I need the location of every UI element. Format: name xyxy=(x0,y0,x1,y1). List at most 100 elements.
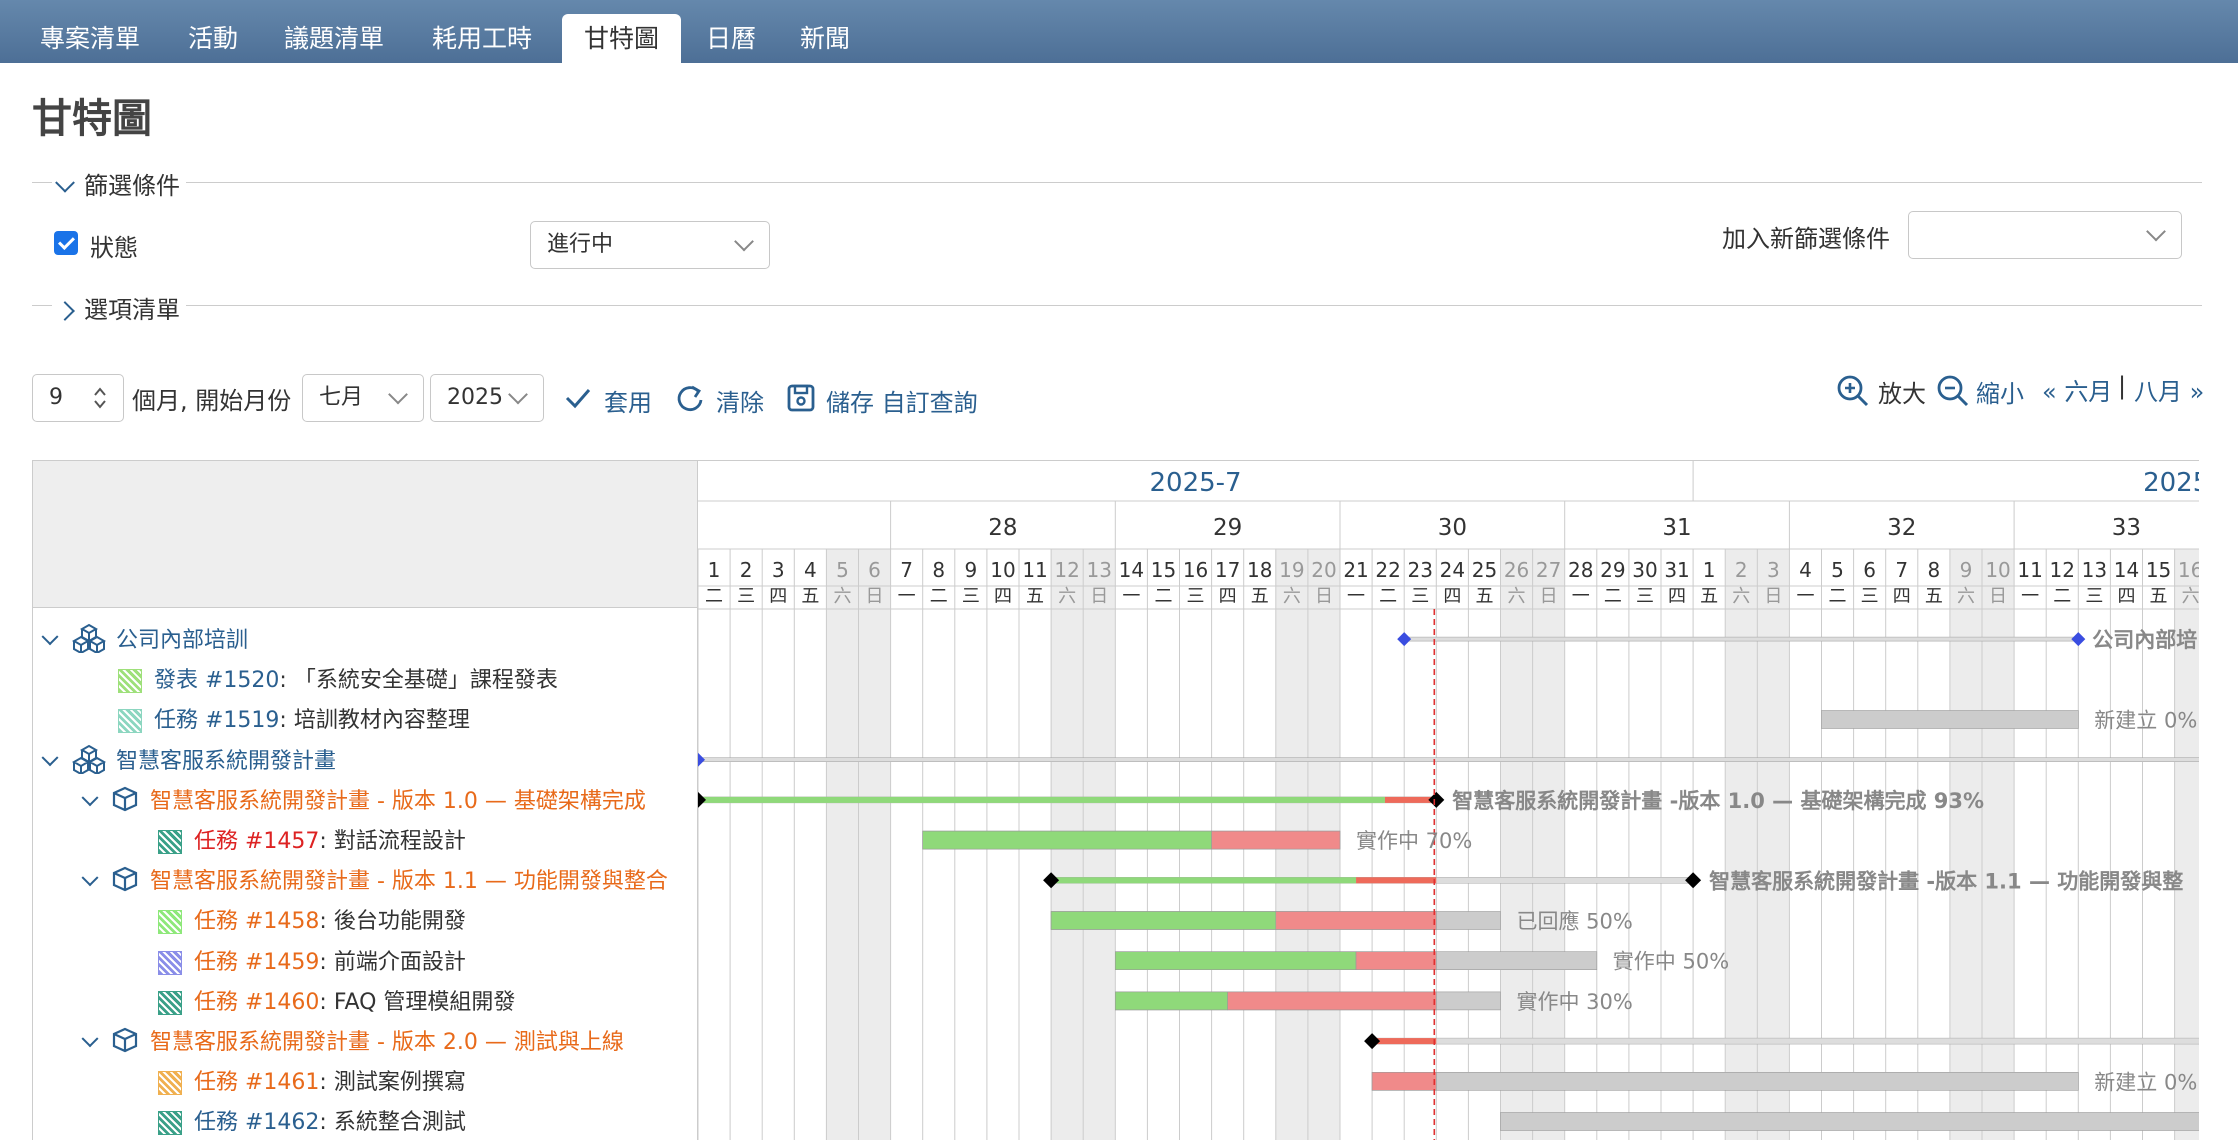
week-number: 29 xyxy=(1213,515,1242,541)
day-number: 30 xyxy=(1632,558,1657,582)
save-query-link[interactable]: 儲存 自訂查詢 xyxy=(826,383,978,418)
version-marker xyxy=(698,791,706,808)
day-number: 23 xyxy=(1408,558,1433,582)
day-number: 10 xyxy=(990,558,1015,582)
tab-gantt[interactable]: 甘特圖 xyxy=(562,14,682,63)
issue-link[interactable]: 任務 #1462 xyxy=(194,1110,319,1135)
tab-issues[interactable]: 議題清單 xyxy=(262,14,406,63)
issue-link[interactable]: 任務 #1457 xyxy=(194,829,319,854)
weekday-label: 二 xyxy=(705,586,723,607)
filters-toggle[interactable]: 篩選條件 xyxy=(52,166,186,201)
chevron-down-icon[interactable] xyxy=(41,628,59,646)
tracker-icon xyxy=(118,669,142,694)
chevron-down-icon[interactable] xyxy=(81,1030,99,1048)
status-checkbox[interactable] xyxy=(54,231,78,255)
tab-news[interactable]: 新聞 xyxy=(778,14,872,63)
task-bar-label: 實作中 30% xyxy=(1517,990,1633,1014)
version-link[interactable]: 智慧客服系統開發計畫 - 版本 1.1 — 功能開發與整合 xyxy=(150,869,668,894)
top-navigation: 專案清單 活動 議題清單 耗用工時 甘特圖 日曆 新聞 xyxy=(0,0,2238,63)
weekday-label: 三 xyxy=(1636,586,1654,607)
weekday-label: 三 xyxy=(1411,586,1429,607)
weekday-label: 五 xyxy=(1026,586,1044,607)
version-marker xyxy=(1364,1033,1381,1050)
chevron-down-icon[interactable] xyxy=(81,869,99,887)
weekday-label: 四 xyxy=(2117,586,2135,607)
weekday-label: 六 xyxy=(833,586,851,607)
weekend-shade xyxy=(858,549,891,1140)
month-select[interactable]: 七月 xyxy=(302,374,424,422)
tab-calendar[interactable]: 日曆 xyxy=(684,14,778,63)
weekday-label: 三 xyxy=(737,586,755,607)
task-bar-todo xyxy=(1821,710,2079,729)
task-bar-late xyxy=(1227,991,1437,1011)
day-number: 27 xyxy=(1536,558,1561,582)
tab-activity[interactable]: 活動 xyxy=(166,14,260,63)
prev-month-link[interactable]: « 六月 xyxy=(2042,372,2112,407)
project-bar xyxy=(698,757,2199,763)
issue-row: 任務 #1462: 系統整合測試 xyxy=(158,1104,466,1136)
year-select[interactable]: 2025 xyxy=(430,374,544,422)
day-number: 8 xyxy=(1927,558,1940,582)
project-link[interactable]: 智慧客服系統開發計畫 xyxy=(116,749,336,774)
day-number: 11 xyxy=(1022,558,1047,582)
months-input[interactable]: 9 xyxy=(32,374,124,422)
weekday-label: 一 xyxy=(1796,586,1814,607)
tab-projects[interactable]: 專案清單 xyxy=(18,14,162,63)
zoom-out-icon[interactable] xyxy=(1936,374,1970,408)
options-toggle[interactable]: 選項清單 xyxy=(52,290,186,325)
task-bar-label: 實作中 70% xyxy=(1356,829,1472,853)
week-number: 33 xyxy=(2112,515,2141,541)
weekday-label: 三 xyxy=(2085,586,2103,607)
chevron-down-icon[interactable] xyxy=(41,748,59,766)
weekday-label: 一 xyxy=(1572,586,1590,607)
day-number: 24 xyxy=(1440,558,1465,582)
zoom-in-link[interactable]: 放大 xyxy=(1878,374,1926,409)
day-number: 20 xyxy=(1311,558,1336,582)
weekday-label: 六 xyxy=(2182,586,2199,607)
apply-link[interactable]: 套用 xyxy=(604,383,652,418)
issue-link[interactable]: 任務 #1459 xyxy=(194,950,319,975)
weekday-label: 三 xyxy=(962,586,980,607)
task-bar-late xyxy=(1371,1071,1437,1091)
version-bar xyxy=(1371,1037,2199,1045)
tab-spent-time[interactable]: 耗用工時 xyxy=(410,14,554,63)
chevron-down-icon[interactable] xyxy=(81,789,99,807)
weekday-label: 五 xyxy=(801,586,819,607)
task-bar-label: 已回應 50% xyxy=(1517,910,1633,934)
weekday-label: 一 xyxy=(2021,586,2039,607)
version-icon xyxy=(112,866,138,898)
project-marker xyxy=(698,752,705,767)
issue-link[interactable]: 發表 #1520 xyxy=(154,668,279,693)
next-month-link[interactable]: 八月 » xyxy=(2134,372,2204,407)
nav-separator: | xyxy=(2118,372,2127,400)
issue-subject: : 測試案例撰寫 xyxy=(319,1070,466,1096)
add-filter-select[interactable] xyxy=(1908,211,2182,259)
zoom-in-icon[interactable] xyxy=(1836,374,1870,408)
issue-link[interactable]: 任務 #1519 xyxy=(154,708,279,733)
weekday-label: 五 xyxy=(1251,586,1269,607)
issue-link[interactable]: 任務 #1458 xyxy=(194,909,319,934)
issue-link[interactable]: 任務 #1461 xyxy=(194,1070,319,1095)
filters-divider xyxy=(32,182,2202,183)
issue-subject: : FAQ 管理模組開發 xyxy=(319,989,516,1015)
version-link[interactable]: 智慧客服系統開發計畫 - 版本 2.0 — 測試與上線 xyxy=(150,1030,624,1055)
month-select-value: 七月 xyxy=(319,385,364,410)
zoom-out-link[interactable]: 縮小 xyxy=(1976,374,2024,409)
issue-row: 任務 #1461: 測試案例撰寫 xyxy=(158,1064,466,1096)
issue-row: 任務 #1458: 後台功能開發 xyxy=(158,903,466,935)
chevron-down-icon xyxy=(734,231,754,252)
issue-link[interactable]: 任務 #1460 xyxy=(194,990,319,1015)
stepper-icon[interactable] xyxy=(93,385,107,411)
day-number: 4 xyxy=(804,558,817,582)
clear-link[interactable]: 清除 xyxy=(716,383,764,418)
month-header: 2025 xyxy=(2143,468,2199,498)
weekday-label: 一 xyxy=(1122,586,1140,607)
status-select[interactable]: 進行中 xyxy=(530,221,770,269)
version-link[interactable]: 智慧客服系統開發計畫 - 版本 1.0 — 基礎架構完成 xyxy=(150,789,646,814)
weekday-label: 日 xyxy=(1989,586,2007,607)
project-link[interactable]: 公司內部培訓 xyxy=(116,628,248,653)
weekday-label: 六 xyxy=(1058,586,1076,607)
issue-row: 發表 #1520: 「系統安全基礎」課程發表 xyxy=(118,662,558,694)
version-icon xyxy=(112,786,138,818)
project-row: 公司內部培訓 xyxy=(41,622,248,659)
